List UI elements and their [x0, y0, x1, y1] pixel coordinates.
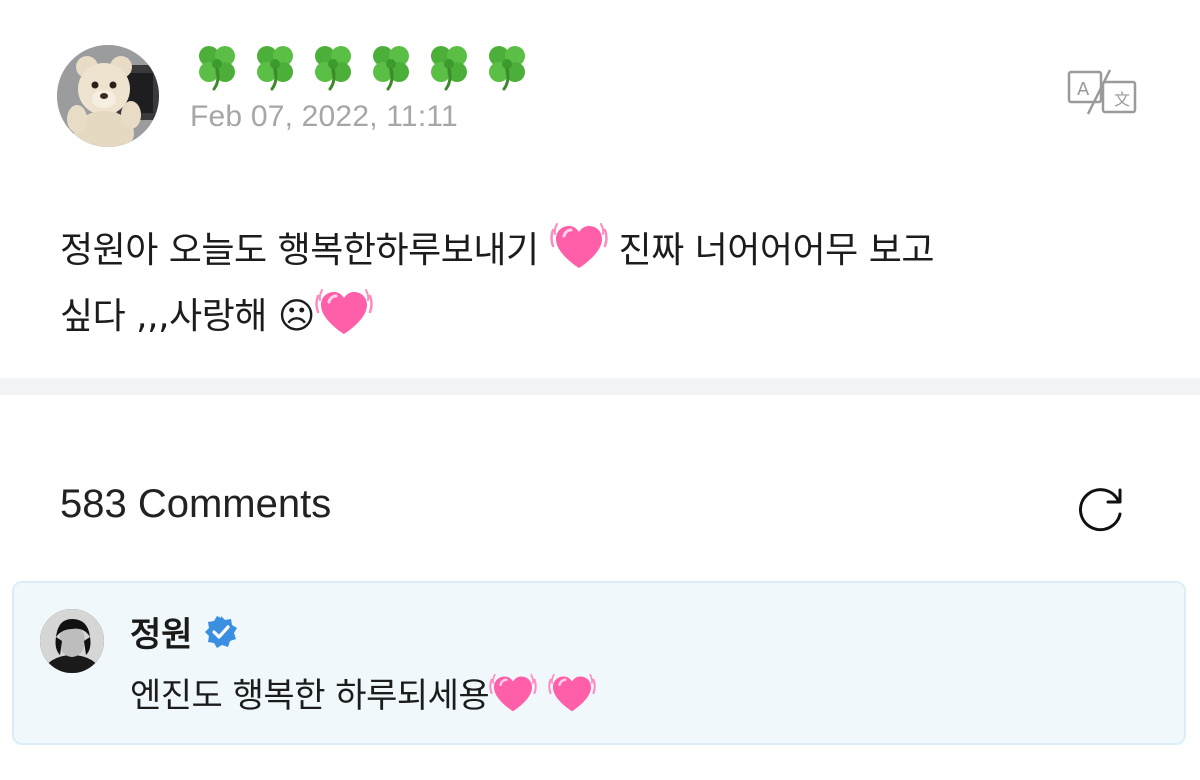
verified-badge-icon: [204, 615, 237, 648]
translate-icon: A 文: [1067, 69, 1137, 115]
avatar[interactable]: [40, 609, 104, 673]
comment-text: 엔진도 행복한 하루되세용: [130, 671, 596, 720]
post: Feb 07, 2022, 11:11 A 文 정원아 오늘도 행복한하루보내기…: [0, 0, 1200, 378]
clover-icon: [190, 39, 244, 93]
heart-icon: [548, 671, 596, 715]
post-author-name[interactable]: [190, 38, 534, 94]
comment-text-content: 엔진도 행복한 하루되세용: [130, 676, 490, 716]
post-body: 정원아 오늘도 행복한하루보내기 진짜 너어어어무 보고 싶다 ,,,사랑해 ☹: [60, 218, 1140, 350]
clover-icon: [422, 39, 476, 93]
refresh-icon: [1079, 488, 1122, 532]
section-divider: [0, 378, 1200, 395]
heart-icon: [315, 286, 373, 338]
comments-count: 583 Comments: [60, 482, 332, 526]
comment-author[interactable]: 정원: [130, 607, 239, 656]
post-body-text: 진짜 너어어어무 보고: [618, 230, 934, 271]
refresh-button[interactable]: [1074, 482, 1128, 536]
comment-author-name[interactable]: 정원: [130, 607, 193, 656]
post-timestamp: Feb 07, 2022, 11:11: [190, 100, 458, 133]
post-body-text: 싶다 ,,,사랑해 ☹: [60, 296, 315, 337]
translate-button[interactable]: A 文: [1066, 68, 1138, 116]
clover-icon: [248, 39, 302, 93]
svg-text:A: A: [1077, 79, 1090, 100]
svg-text:文: 文: [1114, 90, 1130, 109]
post-body-text: 정원아 오늘도 행복한하루보내기: [60, 230, 539, 271]
heart-icon: [550, 220, 608, 272]
clover-icon: [480, 39, 534, 93]
heart-icon: [489, 671, 537, 715]
avatar[interactable]: [57, 45, 159, 147]
clover-icon: [306, 39, 360, 93]
highlighted-comment[interactable]: 정원 엔진도 행복한 하루되세용: [12, 581, 1186, 745]
clover-icon: [364, 39, 418, 93]
